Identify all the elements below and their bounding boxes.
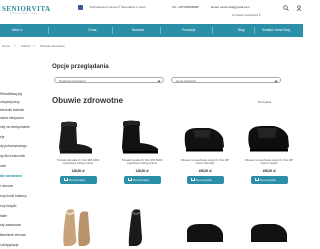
product-card[interactable]: Obuwie na opuchnięte stopy Dr Orto 987 c… (179, 116, 231, 186)
nav-item-menu[interactable]: Menu ▾ (12, 28, 22, 32)
logo[interactable]: SENIORVITA (2, 5, 51, 13)
category-sidebar: Rehabilitacyjny ortopedyczny zlecenie łazi… (0, 92, 42, 249)
product-image[interactable] (116, 116, 168, 158)
cart-icon (128, 178, 132, 182)
product-image[interactable] (52, 116, 104, 158)
add-to-cart-button[interactable]: Do koszyka (187, 176, 224, 184)
sidebar-category-item[interactable]: Rehabilitacyjny (0, 92, 42, 96)
product-price: 148,00 zł (135, 169, 149, 173)
breadcrumb-current: Obuwie zdrowotne (40, 44, 65, 48)
product-price: 158,00 zł (262, 169, 276, 173)
nav-divider (212, 27, 213, 34)
nav-divider (254, 27, 255, 34)
hours-text: On dzwoni pod dzwoni 5 (232, 13, 261, 17)
sidebar-category-item[interactable]: baile (0, 214, 42, 218)
user-icon[interactable] (296, 5, 302, 11)
product-price: 148,00 zł (71, 169, 85, 173)
product-card[interactable]: Trzewiki damskie Dr Orto 986 D003 wyjcio… (52, 116, 104, 186)
product-image[interactable] (179, 116, 231, 158)
sort-select[interactable]: Domyślne (258, 100, 271, 104)
search-icon[interactable] (283, 5, 289, 11)
nav-divider (48, 27, 49, 34)
nav-divider (112, 27, 113, 34)
sidebar-category-item[interactable]: ortopedyczny (0, 100, 42, 104)
sidebar-category-item[interactable]: ruty książki (0, 204, 42, 208)
chevron-down-icon (274, 79, 278, 82)
sidebar-category-item[interactable]: dy dla Amazonek (0, 154, 42, 158)
product-image[interactable] (243, 116, 295, 158)
add-to-cart-label: Do koszyka (260, 178, 276, 183)
email-address[interactable]: Email: seniorvita@gmail.com (211, 5, 250, 9)
product-image[interactable] (52, 208, 104, 249)
sidebar-category-item[interactable]: łkamienie zimowe (0, 233, 42, 237)
sidebar-category-item[interactable]: eje (0, 135, 42, 139)
add-to-cart-button[interactable]: Do koszyka (251, 176, 288, 184)
add-to-cart-button[interactable]: Do koszyka (124, 176, 161, 184)
product-name[interactable]: Obuwie na opuchnięte stopy Dr Orto 987 c… (243, 159, 295, 166)
page-title: Obuwie zdrowotne (52, 96, 124, 105)
product-card[interactable]: Obuwie na opuchnięte stopy Dr Orto 987 c… (243, 116, 295, 186)
nav-divider (160, 27, 161, 34)
sidebar-category-item[interactable]: owe (0, 164, 42, 168)
phone-number[interactable]: Tel: +48 503608388 (172, 5, 198, 9)
breadcrumb-home[interactable]: Home (2, 44, 10, 48)
filters-title: Opcje przeglądania (52, 63, 109, 70)
product-image[interactable] (243, 208, 295, 249)
producer-select-value: Producent (wybierz) (59, 79, 86, 83)
sidebar-category-item[interactable]: ruty bokki bakerny (0, 194, 42, 198)
add-to-cart-button[interactable]: Do koszyka (60, 176, 97, 184)
cart-icon (64, 178, 68, 182)
breadcrumb-clothing[interactable]: Odzież (21, 44, 30, 48)
nav-item-about[interactable]: O nas (88, 28, 97, 32)
sidebar-category-item[interactable]: zlecenie łazienki (0, 108, 42, 112)
producer-select[interactable]: Producent (wybierz) (54, 77, 164, 83)
breadcrumb-separator: > (14, 44, 16, 48)
nav-item-promotions[interactable]: Promocje (182, 28, 195, 32)
facebook-icon[interactable] (78, 5, 83, 10)
cart-icon (255, 178, 259, 182)
product-image[interactable] (179, 208, 231, 249)
price-select-value: Cena (wybierz) (176, 79, 197, 83)
sidebar-category-item[interactable]: obcia medyczne (0, 116, 42, 120)
product-name[interactable]: Trzewiki męskie Dr Orto 986 M003 wyjciow… (116, 159, 168, 166)
add-to-cart-label: Do koszyka (133, 178, 149, 183)
help-text: Potrzebujesz pomocy? Skontaktuj z nami! (90, 5, 146, 9)
sidebar-category-item[interactable]: bie zdrowotne (0, 174, 42, 178)
sidebar-category-item[interactable]: i pielęgnacja (0, 243, 42, 247)
cart-icon (191, 178, 195, 182)
nav-item-blog[interactable]: Blog (238, 28, 244, 32)
sidebar-category-item[interactable]: dy jednorazowego (0, 144, 42, 148)
product-name[interactable]: Trzewiki damskie Dr Orto 986 D003 wyjcio… (52, 159, 104, 166)
product-price: 158,00 zł (198, 169, 212, 173)
logo-subtitle: WYROBY MEDYCZNE (10, 13, 38, 15)
sidebar-category-item[interactable]: niej na niestyzmanie (0, 125, 42, 129)
sidebar-category-item[interactable]: ary zawodowe (0, 223, 42, 227)
add-to-cart-label: Do koszyka (196, 178, 212, 183)
nav-item-contact[interactable]: Kontakt i dane firmy (262, 28, 290, 32)
nav-item-new[interactable]: Nowości (132, 28, 144, 32)
sidebar-category-item[interactable]: r zimowe (0, 184, 42, 188)
product-card[interactable]: Trzewiki męskie Dr Orto 986 M003 wyjciow… (116, 116, 168, 186)
product-name[interactable]: Obuwie na opuchnięte stopy Dr Orto 987 c… (179, 159, 231, 166)
price-select[interactable]: Cena (wybierz) (171, 77, 281, 83)
main-navigation: Menu ▾ O nas Nowości Promocje Blog Konta… (0, 24, 303, 37)
chevron-down-icon (157, 79, 161, 82)
add-to-cart-label: Do koszyka (69, 178, 85, 183)
product-image[interactable] (116, 208, 168, 249)
top-bar: SENIORVITA WYROBY MEDYCZNE Potrzebujesz … (0, 0, 303, 20)
breadcrumb-separator: > (33, 44, 35, 48)
